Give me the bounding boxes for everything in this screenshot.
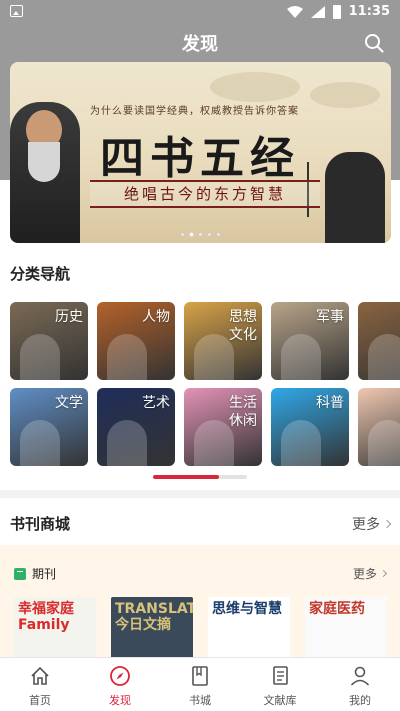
banner-subtitle: 为什么要读国学经典，权威教授告诉你答案 bbox=[90, 106, 299, 117]
category-grid: 历史 人物 思想 文化 军事文学 艺术 生活 休闲 科普 bbox=[10, 302, 400, 472]
periodical-book-icon bbox=[14, 567, 26, 580]
gavel-image bbox=[368, 334, 400, 380]
tab-0[interactable]: 首页 bbox=[0, 664, 80, 708]
category-label: 历史 bbox=[55, 309, 83, 325]
carousel-dot[interactable] bbox=[189, 232, 194, 237]
carousel-dots bbox=[10, 232, 391, 237]
tab-4[interactable]: 我的 bbox=[320, 664, 400, 708]
tab-1[interactable]: 发现 bbox=[80, 664, 160, 708]
periodicals-more-link[interactable]: 更多 bbox=[352, 565, 388, 582]
status-bar: 11:35 bbox=[0, 0, 400, 24]
category-label: 军事 bbox=[316, 309, 344, 325]
category-label: 人物 bbox=[142, 309, 170, 325]
tab-label: 书城 bbox=[189, 694, 211, 707]
bookstore-more-label: 更多 bbox=[352, 517, 380, 533]
section-divider bbox=[0, 490, 400, 498]
periodicals-header: 期刊 bbox=[14, 565, 56, 582]
glasses-image bbox=[194, 334, 234, 380]
magazine-title: 幸福家庭 Family bbox=[18, 601, 74, 633]
category-tile[interactable]: 思想 文化 bbox=[184, 302, 262, 380]
category-label: 文学 bbox=[55, 395, 83, 411]
page-title: 发现 bbox=[182, 34, 218, 55]
user-icon bbox=[350, 666, 370, 686]
magazine-title: 家庭医药 bbox=[309, 601, 365, 617]
category-tile[interactable]: 人物 bbox=[97, 302, 175, 380]
category-tile[interactable]: 文学 bbox=[10, 388, 88, 466]
category-tile[interactable]: 艺术 bbox=[97, 388, 175, 466]
bookmark-book-icon bbox=[192, 666, 208, 686]
confucius-statue-image bbox=[107, 334, 147, 380]
magazine-title: TRANSLATION 今日文摘 bbox=[115, 601, 193, 633]
carousel-dot[interactable] bbox=[216, 232, 221, 237]
confucius-image bbox=[10, 102, 80, 243]
category-tile[interactable] bbox=[358, 388, 400, 466]
periodicals-more-label: 更多 bbox=[352, 567, 377, 581]
search-icon[interactable] bbox=[364, 33, 384, 53]
pregnancy-image bbox=[368, 420, 400, 466]
category-tile[interactable]: 军事 bbox=[271, 302, 349, 380]
battery-icon bbox=[332, 4, 341, 19]
cloud-decoration bbox=[210, 72, 300, 102]
terracotta-warrior-image bbox=[20, 334, 60, 380]
tab-2[interactable]: 书城 bbox=[160, 664, 240, 708]
bottom-tab-bar: 首页 发现 书城 文献库 我的 bbox=[0, 657, 400, 711]
status-time: 11:35 bbox=[348, 4, 390, 19]
category-scroll-indicator bbox=[153, 475, 247, 479]
carousel-dot[interactable] bbox=[207, 232, 212, 237]
category-tile[interactable]: 科普 bbox=[271, 388, 349, 466]
signal-icon bbox=[310, 5, 325, 18]
scroll-indicator-fill bbox=[153, 475, 219, 479]
home-icon bbox=[31, 666, 49, 685]
category-section-title: 分类导航 bbox=[10, 265, 71, 283]
scholar-image bbox=[325, 152, 385, 243]
chevron-right-icon bbox=[379, 569, 388, 578]
carousel-dot[interactable] bbox=[180, 232, 185, 237]
banner-title: 四书五经 bbox=[100, 133, 300, 184]
magazine-cover[interactable]: 家庭医药 bbox=[305, 597, 387, 660]
magazine-cover[interactable]: 幸福家庭 Family bbox=[14, 597, 96, 660]
document-icon bbox=[273, 666, 288, 685]
opera-mask-image bbox=[107, 420, 147, 466]
airplane-image bbox=[281, 420, 321, 466]
magazine-cover[interactable]: TRANSLATION 今日文摘 bbox=[111, 597, 193, 660]
tab-label: 发现 bbox=[109, 694, 131, 707]
ballerina-image bbox=[194, 420, 234, 466]
river-landscape-image bbox=[20, 420, 60, 466]
category-tile[interactable]: 历史 bbox=[10, 302, 88, 380]
bookstore-more-link[interactable]: 更多 bbox=[352, 514, 392, 534]
tab-label: 首页 bbox=[29, 694, 51, 707]
gallery-icon bbox=[10, 5, 23, 17]
category-label: 艺术 bbox=[142, 395, 170, 411]
bookstore-section-title: 书刊商城 bbox=[10, 515, 71, 533]
periodicals-label: 期刊 bbox=[32, 567, 57, 581]
category-label: 科普 bbox=[316, 395, 344, 411]
category-label: 思想 文化 bbox=[229, 309, 257, 343]
carousel-dot[interactable] bbox=[198, 232, 203, 237]
magazine-cover[interactable]: 思维与智慧 bbox=[208, 597, 290, 660]
category-tile[interactable] bbox=[358, 302, 400, 380]
category-tile[interactable]: 生活 休闲 bbox=[184, 388, 262, 466]
wifi-icon bbox=[286, 5, 303, 18]
compass-icon bbox=[110, 666, 130, 686]
chevron-right-icon bbox=[382, 519, 392, 529]
periodicals-card: 期刊 更多 幸福家庭 Family TRANSLATION 今日文摘 思维与智慧 家庭… bbox=[0, 545, 400, 660]
category-label: 生活 休闲 bbox=[229, 395, 257, 429]
tab-3[interactable]: 文献库 bbox=[240, 664, 320, 708]
banner-carousel[interactable]: 为什么要读国学经典，权威教授告诉你答案 四书五经 绝唱古今的东方智慧 bbox=[10, 62, 391, 243]
tab-label: 文献库 bbox=[263, 694, 297, 707]
banner-slogan: 绝唱古今的东方智慧 bbox=[90, 180, 320, 208]
magazine-title: 思维与智慧 bbox=[212, 601, 282, 617]
tab-label: 我的 bbox=[349, 694, 371, 707]
tank-image bbox=[281, 334, 321, 380]
cloud-decoration bbox=[310, 82, 380, 108]
